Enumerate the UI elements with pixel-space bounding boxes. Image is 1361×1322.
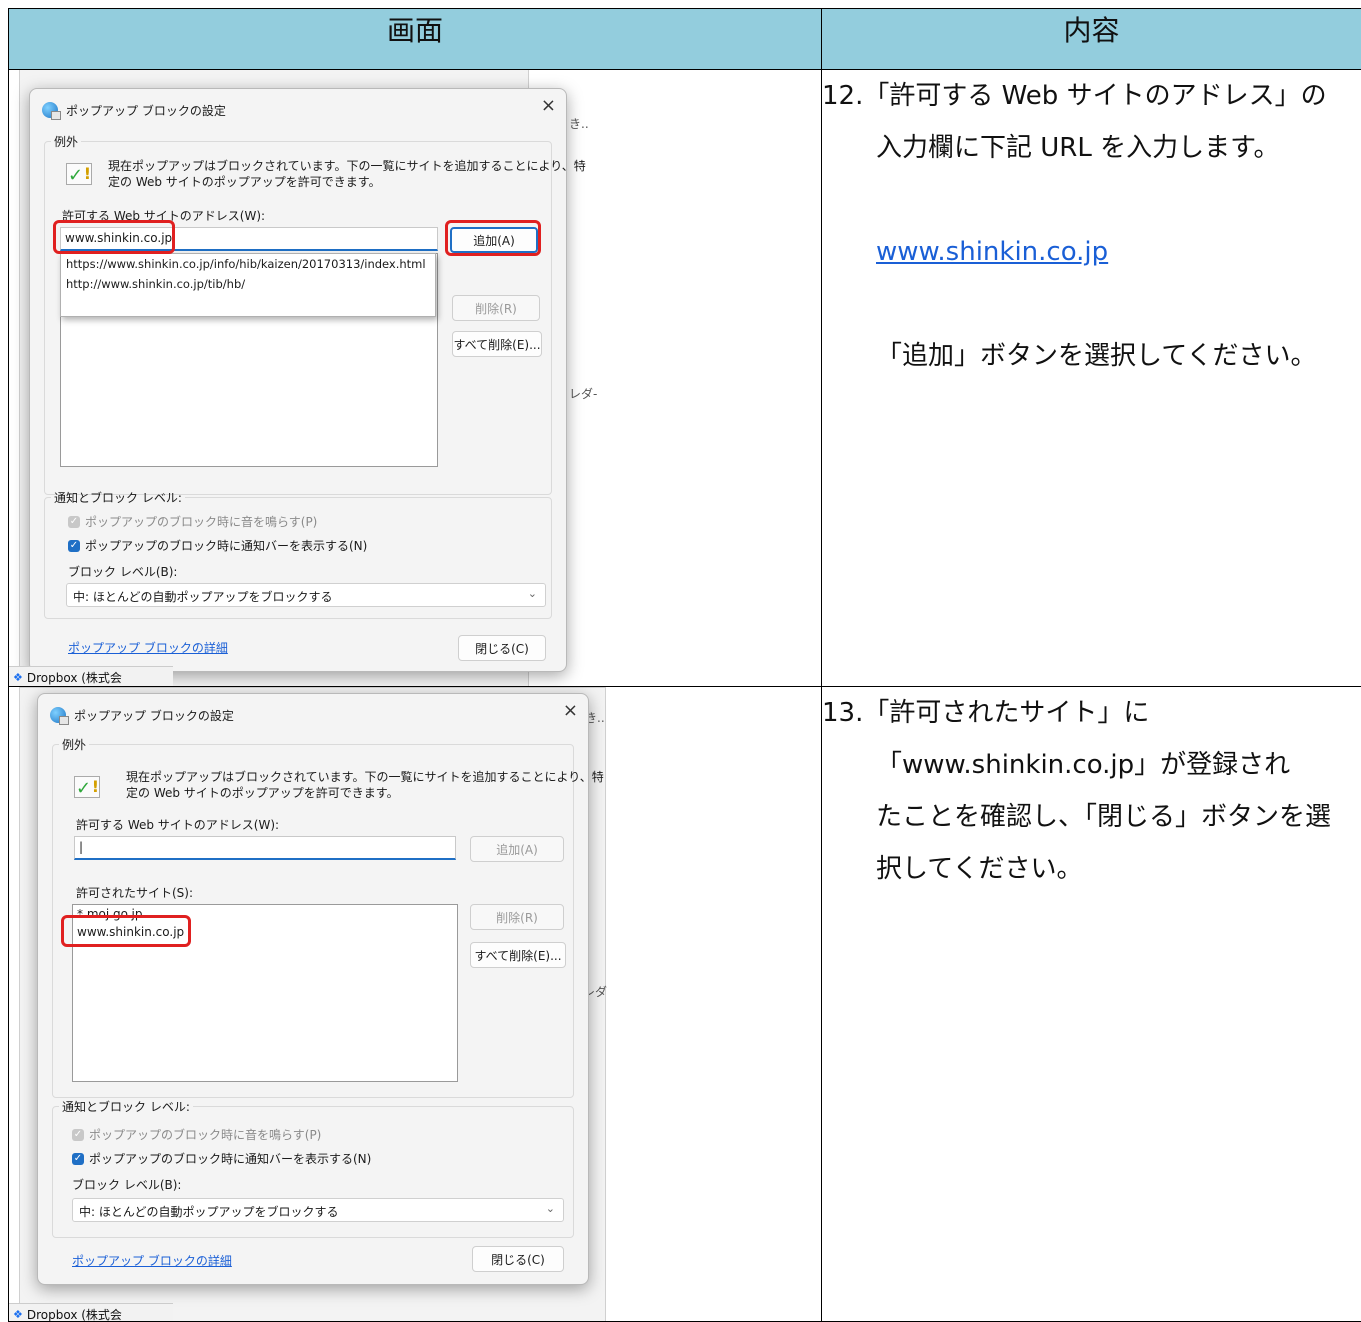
close-button[interactable]: 閉じる(C) — [472, 1246, 564, 1272]
chevron-down-icon: ⌄ — [546, 1202, 555, 1215]
exceptions-legend: 例外 — [59, 736, 89, 753]
add-button[interactable]: 追加(A) — [470, 836, 564, 862]
remove-button[interactable]: 削除(R) — [452, 295, 540, 321]
header-screen: 画面 — [9, 9, 822, 70]
autocomplete-item[interactable]: http://www.shinkin.co.jp/tib/hb/ — [61, 274, 435, 294]
checkbox-icon: ✓ — [72, 1129, 84, 1141]
address-label: 許可する Web サイトのアドレス(W): — [76, 816, 279, 833]
screenshot-step12: き.. レダ- ポップアップ ブロックの設定 × 例外 ✓! 現在ポップアップは… — [9, 70, 822, 687]
block-level-label: ブロック レベル(B): — [72, 1176, 181, 1193]
allowed-sites-label: 許可されたサイト(S): — [76, 884, 193, 901]
checkbox-icon: ✓ — [68, 540, 80, 552]
step12-description: 12.「許可する Web サイトのアドレス」の 入力欄に下記 URL を入力しま… — [822, 70, 1361, 687]
dropbox-icon: ❖ — [13, 671, 23, 684]
shield-warning-icon: ✓! — [74, 774, 100, 798]
address-input[interactable]: | — [74, 836, 456, 860]
dropbox-icon: ❖ — [13, 1308, 23, 1321]
popup-block-dialog: ポップアップ ブロックの設定 × 例外 ✓! 現在ポップアップはブロックされてい… — [29, 88, 567, 672]
taskbar: ❖ Dropbox (株式会 — [9, 1303, 173, 1322]
info-text: 定の Web サイトのポップアップを許可できます。 — [126, 784, 399, 801]
bg-fragment: き.. — [569, 115, 589, 132]
block-level-value: 中: ほとんどの自動ポップアップをブロックする — [73, 590, 333, 604]
autocomplete-dropdown: https://www.shinkin.co.jp/info/hib/kaize… — [60, 253, 436, 317]
popup-block-dialog: ポップアップ ブロックの設定 × 例外 ✓! 現在ポップアップはブロックされてい… — [37, 693, 589, 1285]
header-content: 内容 — [822, 9, 1361, 70]
highlight-box — [53, 220, 175, 254]
block-level-value: 中: ほとんどの自動ポップアップをブロックする — [79, 1205, 339, 1219]
close-icon[interactable]: × — [541, 95, 556, 116]
sound-checkbox-label: ポップアップのブロック時に音を鳴らす(P) — [89, 1126, 321, 1143]
info-text: 現在ポップアップはブロックされています。下の一覧にサイトを追加することにより、特 — [108, 157, 586, 174]
dialog-title: ポップアップ ブロックの設定 — [50, 704, 234, 726]
taskbar-label: Dropbox (株式会 — [27, 1306, 122, 1322]
step13-line: 択してください。 — [822, 843, 1361, 895]
step13-line: たことを確認し、「閉じる」ボタンを選 — [822, 791, 1361, 843]
close-icon[interactable]: × — [563, 700, 578, 721]
sound-checkbox[interactable]: ✓ ポップアップのブロック時に音を鳴らす(P) — [72, 1126, 321, 1143]
shinkin-url-link[interactable]: www.shinkin.co.jp — [876, 237, 1108, 267]
sound-checkbox[interactable]: ✓ ポップアップのブロック時に音を鳴らす(P) — [68, 513, 317, 530]
details-link[interactable]: ポップアップ ブロックの詳細 — [68, 639, 228, 656]
notify-legend: 通知とブロック レベル: — [51, 489, 185, 506]
step12-line: 「追加」ボタンを選択してください。 — [822, 330, 1361, 382]
sound-checkbox-label: ポップアップのブロック時に音を鳴らす(P) — [85, 513, 317, 530]
checkbox-icon: ✓ — [72, 1153, 84, 1165]
close-button[interactable]: 閉じる(C) — [458, 635, 546, 661]
checkbox-icon: ✓ — [68, 516, 80, 528]
info-text: 定の Web サイトのポップアップを許可できます。 — [108, 173, 381, 190]
remove-all-button[interactable]: すべて削除(E)... — [470, 942, 566, 968]
details-link[interactable]: ポップアップ ブロックの詳細 — [72, 1252, 232, 1269]
notify-bar-checkbox[interactable]: ✓ ポップアップのブロック時に通知バーを表示する(N) — [72, 1150, 371, 1167]
step12-line: 12.「許可する Web サイトのアドレス」の — [822, 70, 1361, 122]
remove-all-button[interactable]: すべて削除(E)... — [452, 331, 542, 357]
step13-line: 13.「許可されたサイト」に — [822, 687, 1361, 739]
exceptions-legend: 例外 — [51, 133, 81, 150]
shield-warning-icon: ✓! — [66, 161, 92, 185]
notify-bar-checkbox[interactable]: ✓ ポップアップのブロック時に通知バーを表示する(N) — [68, 537, 367, 554]
notify-bar-checkbox-label: ポップアップのブロック時に通知バーを表示する(N) — [89, 1150, 371, 1167]
taskbar-label: Dropbox (株式会 — [27, 669, 122, 686]
instruction-table: 画面 内容 き.. レダ- ポップアップ ブロックの設定 × 例外 ✓! 現在ポ… — [8, 8, 1361, 1322]
step13-description: 13.「許可されたサイト」に 「www.shinkin.co.jp」が登録され … — [822, 687, 1361, 1322]
step13-line: 「www.shinkin.co.jp」が登録され — [822, 739, 1361, 791]
remove-button[interactable]: 削除(R) — [470, 904, 564, 930]
dialog-title: ポップアップ ブロックの設定 — [42, 99, 226, 121]
dialog-title-text: ポップアップ ブロックの設定 — [66, 102, 226, 119]
highlight-box — [61, 915, 191, 947]
screenshot-step13: き.. レダ ポップアップ ブロックの設定 × 例外 ✓! 現在ポップアップはブ… — [9, 687, 822, 1322]
ie-globe-icon — [42, 102, 58, 118]
block-level-select[interactable]: 中: ほとんどの自動ポップアップをブロックする ⌄ — [66, 583, 546, 607]
highlight-box — [445, 220, 541, 256]
block-level-label: ブロック レベル(B): — [68, 563, 177, 580]
taskbar: ❖ Dropbox (株式会 — [9, 666, 173, 687]
bg-fragment: レダ- — [569, 385, 597, 402]
step12-line: 入力欄に下記 URL を入力します。 — [822, 122, 1361, 174]
info-text: 現在ポップアップはブロックされています。下の一覧にサイトを追加することにより、特 — [126, 768, 604, 785]
autocomplete-item[interactable]: https://www.shinkin.co.jp/info/hib/kaize… — [61, 254, 435, 274]
block-level-select[interactable]: 中: ほとんどの自動ポップアップをブロックする ⌄ — [72, 1198, 564, 1222]
chevron-down-icon: ⌄ — [528, 587, 537, 600]
notify-legend: 通知とブロック レベル: — [59, 1098, 193, 1115]
ie-globe-icon — [50, 707, 66, 723]
notify-bar-checkbox-label: ポップアップのブロック時に通知バーを表示する(N) — [85, 537, 367, 554]
dialog-title-text: ポップアップ ブロックの設定 — [74, 707, 234, 724]
